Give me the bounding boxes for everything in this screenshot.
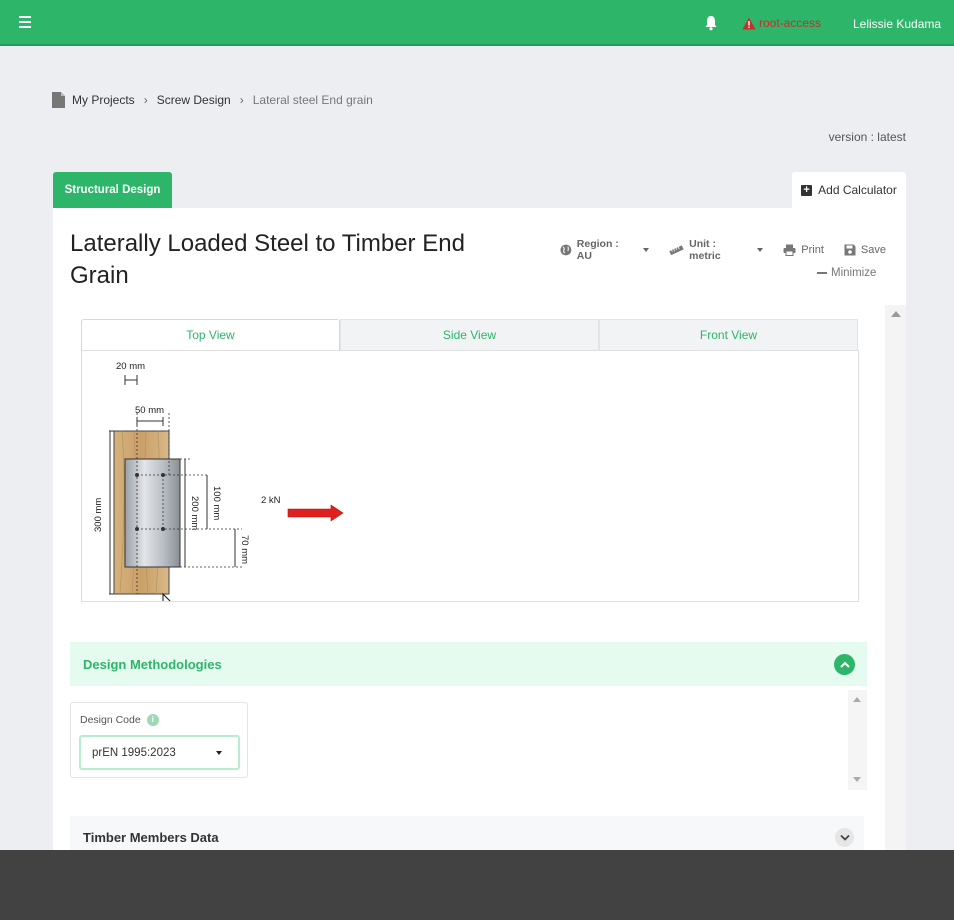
alert-label: root-access — [759, 16, 822, 30]
plus-icon: + — [801, 184, 813, 196]
dim-width-label: 50 mm — [135, 405, 164, 416]
user-menu[interactable]: Lelissie Kudama — [853, 17, 941, 31]
cursor-icon — [162, 592, 176, 614]
section-title: Design Methodologies — [83, 657, 222, 672]
tab-front-view[interactable]: Front View — [599, 319, 858, 351]
dim-inner-label: 200 mm — [189, 496, 200, 530]
design-methodologies-section[interactable]: Design Methodologies — [70, 642, 867, 686]
screw-point — [161, 473, 165, 477]
section-title: Timber Members Data — [83, 830, 219, 845]
unit-label: Unit : metric — [689, 238, 721, 262]
design-code-label-row: Design Code i — [80, 714, 159, 726]
warning-icon — [742, 17, 756, 29]
page-title: Laterally Loaded Steel to Timber End Gra… — [70, 230, 465, 289]
caret-down-icon — [643, 248, 650, 252]
load-label: 2 kN — [261, 495, 281, 506]
screw-point — [135, 473, 139, 477]
printer-icon — [783, 244, 796, 256]
document-icon — [52, 92, 65, 108]
version-label: version : latest — [828, 130, 906, 144]
steel-plate — [124, 458, 181, 568]
info-icon[interactable]: i — [146, 714, 159, 726]
design-code-select[interactable]: prEN 1995:2023 — [79, 735, 240, 770]
save-label: Save — [860, 244, 886, 256]
breadcrumb-screw-design[interactable]: Screw Design — [157, 93, 231, 107]
tab-top-view[interactable]: Top View — [81, 319, 340, 351]
timber-members-section[interactable]: Timber Members Data — [70, 816, 864, 850]
design-code-field: Design Code i prEN 1995:2023 — [70, 702, 248, 778]
top-navbar: root-access Lelissie Kudama — [0, 0, 954, 46]
globe-icon — [560, 244, 572, 256]
print-button[interactable]: Print — [783, 244, 824, 256]
calculator-toolbar: Region : AU Unit : metric Print Save — [560, 238, 906, 262]
ruler-icon — [669, 245, 685, 255]
section-scrollbar[interactable] — [848, 690, 867, 790]
page-scrollbar[interactable] — [885, 305, 906, 850]
menu-icon[interactable] — [19, 16, 31, 28]
chevron-up-icon — [839, 661, 850, 668]
tab-side-view[interactable]: Side View — [340, 319, 599, 351]
chevron-right-icon: › — [143, 93, 148, 107]
view-tabs: Top View Side View Front View — [81, 319, 859, 351]
caret-down-icon — [757, 248, 764, 252]
tab-structural-design[interactable]: Structural Design — [53, 172, 172, 208]
bell-icon[interactable] — [704, 15, 718, 31]
region-label: Region : AU — [576, 238, 619, 262]
caret-down-icon — [216, 751, 222, 755]
dim-end-label: 70 mm — [239, 535, 250, 564]
breadcrumb-current: Lateral steel End grain — [252, 93, 373, 107]
root-access-alert[interactable]: root-access — [742, 16, 821, 30]
chevron-right-icon: › — [239, 93, 244, 107]
breadcrumb-my-projects[interactable]: My Projects — [72, 93, 135, 107]
scroll-up-icon[interactable] — [853, 697, 861, 702]
scroll-down-icon[interactable] — [853, 777, 861, 782]
collapse-button[interactable] — [834, 654, 855, 675]
dim-height-label: 300 mm — [93, 498, 104, 532]
load-arrow — [287, 504, 344, 522]
screw-point — [161, 527, 165, 531]
breadcrumb: My Projects › Screw Design › Lateral ste… — [52, 92, 373, 108]
add-calculator-label: Add Calculator — [818, 183, 897, 197]
screw-point — [135, 527, 139, 531]
region-dropdown[interactable]: Region : AU — [560, 238, 650, 262]
save-button[interactable]: Save — [844, 244, 886, 256]
expand-button[interactable] — [835, 828, 854, 847]
minus-icon — [817, 272, 827, 274]
minimize-label: Minimize — [831, 267, 877, 279]
dim-spacing-label: 100 mm — [211, 486, 222, 520]
design-code-label: Design Code — [80, 714, 141, 726]
chevron-down-icon — [839, 834, 850, 841]
connection-drawing: 20 mm 50 mm 300 mm 200 mm 100 mm 70 mm 2… — [93, 361, 344, 614]
print-label: Print — [801, 244, 824, 256]
drawing-panel: 20 mm 50 mm 300 mm 200 mm 100 mm 70 mm 2… — [81, 350, 859, 614]
dim-edge-label: 20 mm — [116, 361, 145, 372]
design-code-value: prEN 1995:2023 — [92, 746, 176, 759]
unit-dropdown[interactable]: Unit : metric — [669, 238, 764, 262]
scroll-up-icon[interactable] — [891, 311, 901, 317]
floppy-icon — [844, 244, 856, 256]
minimize-button[interactable]: Minimize — [817, 267, 876, 279]
add-calculator-button[interactable]: + Add Calculator — [792, 172, 906, 208]
dark-overlay-bar — [0, 850, 954, 920]
